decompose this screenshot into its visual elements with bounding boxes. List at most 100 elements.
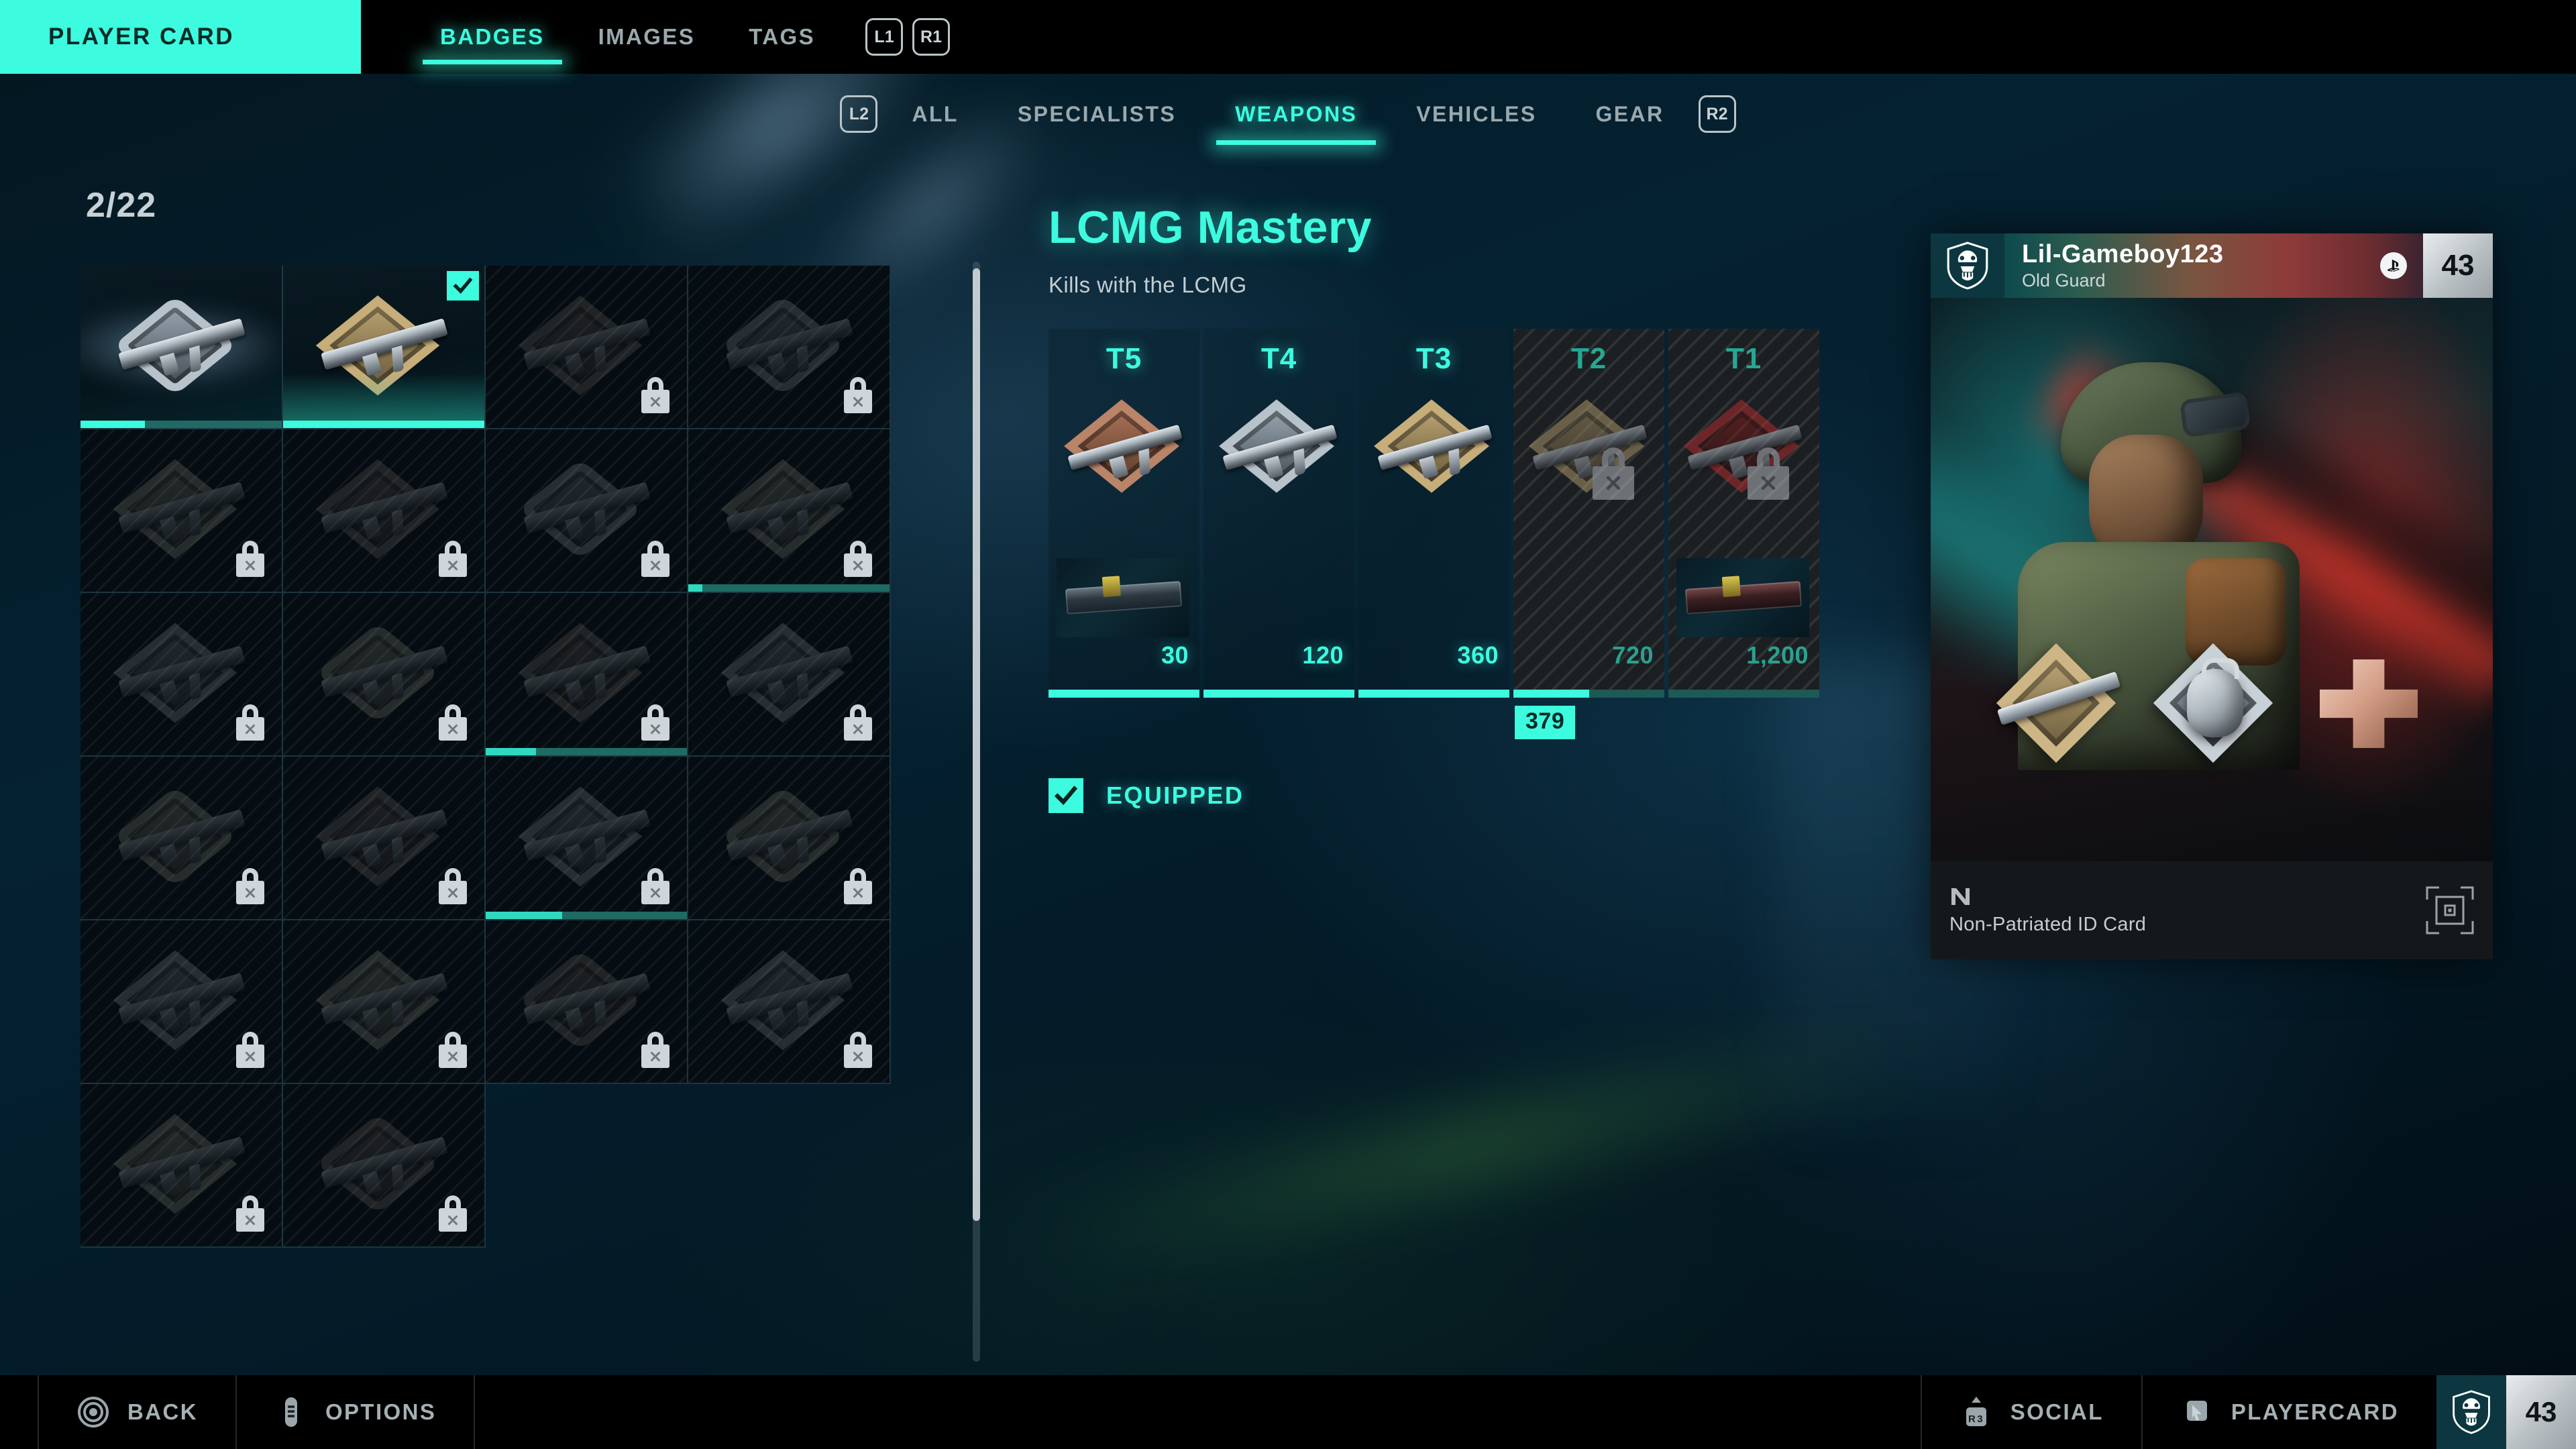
badge-art [518,950,653,1052]
badge-cell[interactable] [283,593,486,757]
badge-art [518,459,653,561]
badge-cell[interactable] [688,429,891,593]
tier-card[interactable]: T2 720 [1513,329,1664,698]
weapon-badge-icon [720,950,856,1052]
showcase-medal-grenade [2153,643,2275,763]
bottom-clan-emblem[interactable] [2436,1375,2506,1449]
weapon-badge-icon [315,786,451,888]
filter-weapons-label: WEAPONS [1235,101,1358,126]
equipped-toggle[interactable]: EQUIPPED [1049,778,1887,813]
badge-progress-fill [486,912,562,919]
badge-cell[interactable] [688,266,891,429]
badge-cell[interactable] [80,593,283,757]
weapon-skin-preview [1057,558,1189,637]
badge-cell[interactable] [688,757,891,920]
player-name: Lil-Gameboy123 [2022,240,2224,268]
badge-cell[interactable] [688,920,891,1084]
weapon-badge-icon [720,623,856,724]
tab-player-card[interactable]: PLAYER CARD [0,0,361,74]
equipped-checkbox[interactable] [1049,778,1083,813]
options-button-icon [284,1397,297,1427]
badge-art [720,295,856,397]
player-card-footer: Non-Patriated ID Card [1931,861,2493,959]
card-name: Non-Patriated ID Card [1949,913,2147,935]
badge-art [518,295,653,397]
badge-cell[interactable] [80,757,283,920]
weapon-skin-art [1065,581,1183,614]
badge-grid-viewport[interactable] [80,266,892,1359]
cursor-card-icon [2186,1401,2207,1421]
filter-vehicles[interactable]: VEHICLES [1387,74,1566,154]
weapon-badge-icon [518,786,653,888]
badge-art [113,623,248,724]
category-nav-items: L2 ALL SPECIALISTS WEAPONS VEHICLES GEAR… [835,74,1740,154]
grid-scrollbar-thumb[interactable] [973,268,980,1221]
badge-cell[interactable] [283,266,486,429]
social-button[interactable]: R3 SOCIAL [1920,1375,2141,1449]
svg-text:R3: R3 [1968,1413,1984,1425]
filter-specialists[interactable]: SPECIALISTS [988,74,1205,154]
options-button[interactable]: OPTIONS [237,1375,476,1449]
badge-cell[interactable] [688,593,891,757]
tier-card[interactable]: T3 360 [1358,329,1509,698]
tier-label: T3 [1415,342,1452,375]
top-navigation-bar: PLAYER CARD BADGES IMAGES TAGS L1 R1 [0,0,2576,74]
badge-art [720,950,856,1052]
tier-label: T5 [1106,342,1142,375]
tier-medal-icon [1373,399,1493,496]
badge-cell[interactable] [486,266,688,429]
badge-progress-fill [80,421,145,428]
lock-icon [439,1195,467,1232]
badge-cell[interactable] [486,429,688,593]
tier-progress-fill [1203,690,1354,698]
badge-cell[interactable] [486,593,688,757]
lock-icon [1592,447,1634,500]
badge-cell[interactable] [80,429,283,593]
badge-cell[interactable] [80,920,283,1084]
badge-progress-bar [80,421,282,428]
playercard-button[interactable]: PLAYERCARD [2141,1375,2436,1449]
back-button[interactable]: BACK [38,1375,237,1449]
tier-requirement-value: 360 [1457,641,1499,669]
weapon-badge-icon [720,295,856,397]
lock-icon [1747,447,1789,500]
l1-bumper-icon: L1 [865,18,904,56]
back-button-label: BACK [127,1399,198,1424]
tier-list: T5 30 T4 120 T3 360 T2 720 379 T1 1,200 [1049,329,1887,739]
badge-cell[interactable] [486,920,688,1084]
tab-badges[interactable]: BADGES [413,0,572,74]
badge-cell[interactable] [283,757,486,920]
check-icon [1054,786,1078,806]
badge-cell[interactable] [486,757,688,920]
badge-progress-fill [688,584,702,592]
weapon-badge-icon [113,623,248,724]
options-button-label: OPTIONS [325,1399,437,1424]
category-navigation-bar: L2 ALL SPECIALISTS WEAPONS VEHICLES GEAR… [0,74,2576,154]
qr-code-icon [2426,886,2474,934]
badge-cell[interactable] [283,920,486,1084]
lock-icon [641,377,669,413]
weapon-badge-icon [113,786,248,888]
player-card[interactable]: Lil-Gameboy123 Old Guard 43 Non-Patriate… [1931,233,2493,959]
tab-images[interactable]: IMAGES [572,0,722,74]
tier-card[interactable]: T4 120 [1203,329,1354,698]
filter-weapons[interactable]: WEAPONS [1205,74,1387,154]
lock-icon [236,704,264,741]
badge-cell[interactable] [80,1084,283,1248]
tier-card[interactable]: T5 30 [1049,329,1199,698]
lock-icon [236,1032,264,1068]
player-card-artwork [1931,298,2493,861]
tab-tags[interactable]: TAGS [722,0,842,74]
badge-cell[interactable] [283,429,486,593]
filter-all[interactable]: ALL [882,74,987,154]
weapon-badge-icon [113,295,248,397]
badge-cell[interactable] [80,266,283,429]
weapon-badge-icon [315,1114,451,1216]
badge-cell[interactable] [283,1084,486,1248]
weapon-badge-icon [518,295,653,397]
r3-stick-icon: R3 [1966,1397,1986,1426]
weapon-badge-icon [720,459,856,561]
filter-gear[interactable]: GEAR [1566,74,1693,154]
grid-scrollbar-track[interactable] [973,262,980,1362]
tier-card[interactable]: T1 1,200 [1668,329,1819,698]
